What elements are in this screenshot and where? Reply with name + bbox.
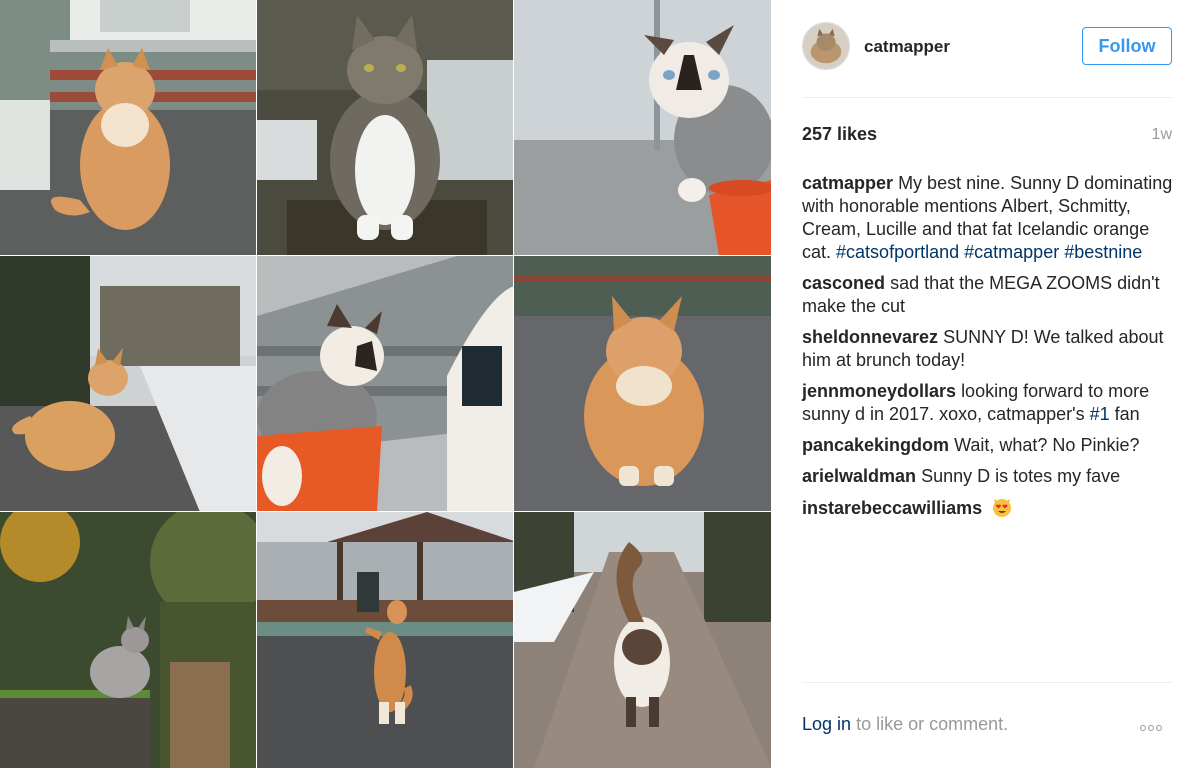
comment: arielwaldman Sunny D is totes my fave <box>802 465 1174 488</box>
divider <box>802 682 1172 683</box>
comment: pancakekingdom Wait, what? No Pinkie? <box>802 434 1174 457</box>
comment-text: Sunny D is totes my fave <box>921 466 1121 486</box>
dot-icon <box>1140 725 1146 731</box>
login-prompt-text: to like or comment. <box>856 714 1009 734</box>
photo-grey-fluffy-cat-wall <box>0 512 257 769</box>
comment-username[interactable]: instarebeccawilliams <box>802 498 982 518</box>
avatar[interactable] <box>802 22 850 70</box>
hashtag-link[interactable]: #catsofportland <box>836 242 959 262</box>
photo-orange-cat-standing-park <box>257 512 514 769</box>
photo-siamese-cat-walking-sidewalk <box>514 512 772 769</box>
post-time[interactable]: 1w <box>1152 126 1172 144</box>
photo-siamese-cat-sweater-bucket <box>514 0 772 256</box>
comments-list: catmapper My best nine. Sunny D dominati… <box>802 172 1174 528</box>
hashtag-link[interactable]: #catmapper <box>964 242 1059 262</box>
comment: casconed sad that the MEGA ZOOMS didn't … <box>802 272 1174 318</box>
photo-orange-longhair-cat-porch <box>0 0 257 256</box>
login-prompt: Log in to like or comment. <box>802 714 1008 735</box>
post-panel: catmapper Follow 257 likes 1w catmapper … <box>772 0 1198 769</box>
divider <box>802 97 1172 98</box>
comment: instarebeccawilliams <box>802 496 1174 520</box>
likes-count[interactable]: 257 likes <box>802 124 877 145</box>
comment: sheldonnevarez SUNNY D! We talked about … <box>802 326 1174 372</box>
dot-icon <box>1148 725 1154 731</box>
caption-username[interactable]: catmapper <box>802 173 893 193</box>
photo-grid <box>0 0 772 769</box>
photo-orange-cat-snowy-sidewalk <box>0 256 257 512</box>
comment-text: fan <box>1114 404 1140 424</box>
follow-button[interactable]: Follow <box>1082 27 1172 65</box>
comment-username[interactable]: arielwaldman <box>802 466 916 486</box>
hashtag-link[interactable]: #bestnine <box>1064 242 1142 262</box>
username[interactable]: catmapper <box>864 37 950 57</box>
comment: jennmoneydollars looking forward to more… <box>802 380 1174 426</box>
heart-eyes-cat-emoji <box>993 499 1012 517</box>
post-header: catmapper Follow <box>802 22 1172 74</box>
photo-tabby-white-cat-snow <box>257 0 514 256</box>
photo-siamese-cat-bucket-train <box>257 256 514 512</box>
comment-text: Wait, what? No Pinkie? <box>954 435 1140 455</box>
caption: catmapper My best nine. Sunny D dominati… <box>802 172 1174 264</box>
more-options-icon[interactable] <box>1140 718 1172 732</box>
comment-username[interactable]: casconed <box>802 273 885 293</box>
comment-username[interactable]: sheldonnevarez <box>802 327 938 347</box>
comment-username[interactable]: jennmoneydollars <box>802 381 956 401</box>
hashtag-link[interactable]: #1 <box>1090 404 1110 424</box>
photo-orange-cat-sitting-street <box>514 256 772 512</box>
dot-icon <box>1156 725 1162 731</box>
login-link[interactable]: Log in <box>802 714 851 734</box>
comment-username[interactable]: pancakekingdom <box>802 435 949 455</box>
